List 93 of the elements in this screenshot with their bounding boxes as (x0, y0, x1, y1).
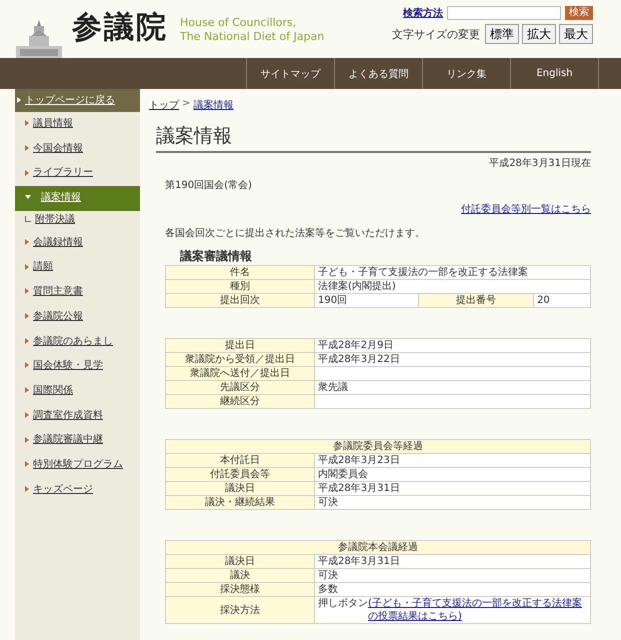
triangle-right-icon (25, 461, 29, 468)
triangle-down-icon (25, 195, 31, 200)
table-label-cell: 提出番号 (418, 294, 534, 308)
table-label-cell: 衆議院から受領／提出日 (166, 352, 314, 366)
sidebar-item[interactable]: 特別体験プログラム (15, 452, 140, 478)
table-label-cell: 議決・継続結果 (166, 496, 314, 510)
site-english-name: House of Councillors, (180, 16, 298, 30)
sidebar-subitem[interactable]: 附帯決議 (15, 210, 140, 231)
sidebar-item[interactable]: 今国会情報 (15, 136, 140, 162)
sidebar-item[interactable]: 議員情報 (15, 112, 140, 137)
page-title: 議案情報 (156, 124, 591, 153)
sidebar-item[interactable]: キッズページ (15, 478, 140, 502)
as-of-date: 平成28年3月31日現在 (489, 158, 591, 169)
triangle-right-icon (25, 239, 29, 246)
triangle-right-icon (25, 170, 29, 176)
table-label-cell: 継続区分 (166, 394, 314, 408)
sidebar-item[interactable]: 国会体験・見学 (15, 354, 140, 379)
triangle-right-icon (25, 436, 29, 443)
breadcrumb-link[interactable]: トップ (149, 98, 179, 112)
indent-icon (25, 216, 31, 222)
table-cell: 平成28年3月31日 (314, 554, 590, 568)
triangle-right-icon (25, 144, 29, 151)
font-size-button[interactable]: 拡大 (522, 24, 556, 44)
font-size-label: 文字サイズの変更 (392, 26, 480, 42)
table-cell: 190回 (314, 294, 419, 308)
site-english-name: The National Diet of Japan (180, 30, 324, 44)
sidebar-item[interactable]: 参議院のあらまし (15, 330, 140, 354)
table-cell: 平成28年3月31日 (314, 482, 590, 496)
breadcrumb-separator: > (182, 98, 190, 111)
sidebar-item[interactable]: 国際関係 (15, 378, 140, 404)
table-cell: 子ども・子育て支援法の一部を改正する法律案 (314, 266, 590, 280)
building-icon (14, 18, 64, 58)
table-cell: 可決 (314, 568, 590, 582)
session-label: 第190回国会(常会) (165, 180, 252, 191)
table-cell: 衆先議 (314, 380, 590, 394)
triangle-right-icon (25, 313, 29, 320)
table-label-cell: 種別 (166, 280, 314, 294)
sidebar-item[interactable]: 参議院審議中継 (15, 428, 140, 453)
triangle-right-icon (25, 288, 29, 294)
sidebar-item[interactable]: 議案情報 (15, 186, 140, 211)
nav-link[interactable]: English (510, 58, 599, 89)
table-cell: 可決 (314, 496, 590, 510)
triangle-right-icon (25, 120, 29, 126)
table-label-cell: 件名 (166, 266, 314, 280)
triangle-right-icon (17, 97, 21, 104)
search-field[interactable] (447, 6, 561, 20)
table-cell: 平成28年2月9日 (314, 338, 590, 352)
search-help-link[interactable]: 検索方法 (403, 6, 443, 20)
table-label-cell: 議決日 (166, 482, 314, 496)
table-label-cell: 採決方法 (166, 596, 314, 624)
font-size-button[interactable]: 最大 (559, 24, 593, 44)
table-label-cell: 付託委員会等 (166, 468, 314, 482)
table-heading: 参議院委員会等経過 (166, 440, 590, 454)
breadcrumb-link[interactable]: 議案情報 (193, 98, 234, 112)
triangle-right-icon (25, 412, 29, 418)
section-title: 議案審議情報 (180, 248, 253, 265)
table-label-cell: 採決態様 (166, 582, 314, 596)
font-size-button[interactable]: 標準 (485, 24, 519, 44)
table-label-cell: 提出回次 (166, 294, 314, 308)
nav-link[interactable]: サイトマップ (246, 58, 334, 89)
site-name: 参議院 (72, 9, 168, 47)
table-label-cell: 先議区分 (166, 380, 314, 394)
table-cell: 内閣委員会 (314, 468, 590, 482)
search-button[interactable]: 検索 (565, 6, 593, 20)
vote-result-link[interactable]: (子ども・子育て支援法の一部を改正する法律案の投票結果はこちら) (368, 597, 587, 623)
sidebar-item[interactable]: ライブラリー (15, 161, 140, 186)
table-heading: 参議院本会議経過 (166, 540, 590, 554)
triangle-right-icon (25, 486, 29, 492)
sidebar-item[interactable]: 参議院公報 (15, 304, 140, 330)
triangle-right-icon (25, 338, 29, 344)
back-link[interactable]: トップページに戻る (15, 89, 140, 112)
committee-list-link[interactable]: 付託委員会等別一覧はこちら (461, 204, 591, 215)
sidebar-item[interactable]: 会議録情報 (15, 230, 140, 256)
table-cell: 押しボタン (318, 597, 368, 610)
sidebar-item[interactable]: 請願 (15, 255, 140, 280)
sidebar-item[interactable]: 調査室作成資料 (15, 404, 140, 428)
table-cell: 平成28年3月22日 (314, 352, 590, 366)
sidebar-item[interactable]: 質問主意書 (15, 280, 140, 305)
table-cell: 20 (534, 294, 590, 308)
table-cell: 平成28年3月23日 (314, 454, 590, 468)
nav-link[interactable]: よくある質問 (334, 58, 422, 89)
table-label-cell: 衆議院へ送付／提出日 (166, 366, 314, 380)
table-label-cell: 議決日 (166, 554, 314, 568)
nav-link[interactable]: リンク集 (422, 58, 510, 89)
intro-text: 各国会回次ごとに提出された法案等をご覧いただけます。 (165, 226, 426, 240)
table-label-cell: 議決 (166, 568, 314, 582)
table-cell: 法律案(内閣提出) (314, 280, 590, 294)
triangle-right-icon (25, 387, 29, 394)
table-label-cell: 提出日 (166, 338, 314, 352)
triangle-right-icon (25, 362, 29, 368)
triangle-right-icon (25, 264, 29, 270)
table-label-cell: 本付託日 (166, 454, 314, 468)
table-cell: 多数 (314, 582, 590, 596)
